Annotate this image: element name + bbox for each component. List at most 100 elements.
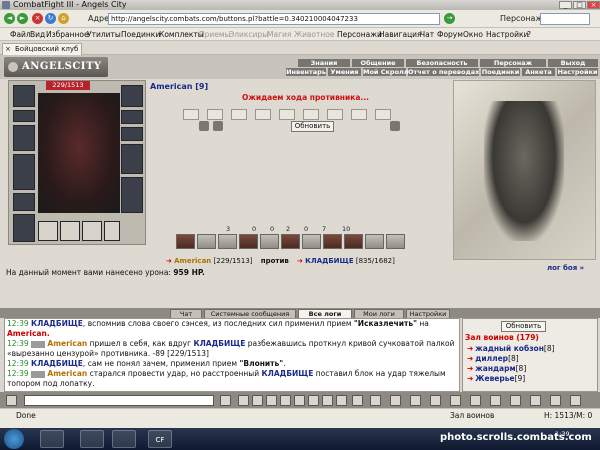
user-name[interactable]: Жеверьe bbox=[475, 374, 514, 383]
stop-icon[interactable]: × bbox=[32, 13, 43, 24]
equip-slot-empty[interactable] bbox=[38, 221, 58, 241]
pet-icon[interactable] bbox=[490, 395, 501, 406]
technique-slot[interactable] bbox=[386, 234, 405, 249]
nav-character[interactable]: Персонаж bbox=[480, 59, 546, 67]
media-taskbar-icon[interactable] bbox=[112, 430, 136, 448]
refresh-button[interactable]: Обновить bbox=[291, 121, 334, 132]
scroll-item-icon[interactable] bbox=[430, 395, 441, 406]
nav-duels[interactable]: Поединки bbox=[481, 68, 520, 76]
scroll-slot[interactable] bbox=[327, 109, 343, 120]
equip-armor[interactable] bbox=[13, 154, 35, 190]
equip-slot-empty[interactable] bbox=[104, 221, 120, 241]
room-user[interactable]: ➔ жандарм[8] bbox=[467, 364, 526, 373]
equip-gloves[interactable] bbox=[121, 127, 143, 141]
scroll-slot[interactable] bbox=[351, 109, 367, 120]
versus-player[interactable]: American bbox=[174, 257, 211, 265]
equip-amulet[interactable] bbox=[13, 110, 35, 122]
player-name[interactable]: American [9] bbox=[150, 82, 208, 91]
log-icon[interactable] bbox=[308, 395, 319, 406]
settings-icon[interactable] bbox=[370, 395, 381, 406]
back-icon[interactable]: ◄ bbox=[4, 13, 15, 24]
home-icon[interactable]: ⌂ bbox=[58, 13, 69, 24]
maximize-icon[interactable]: □ bbox=[573, 1, 586, 9]
chat-mode-icon[interactable] bbox=[6, 395, 17, 406]
menu-characters[interactable]: Персонажи bbox=[337, 28, 382, 41]
chat-name[interactable]: КЛАДБИЩЕ bbox=[31, 359, 83, 368]
equip-helmet[interactable] bbox=[13, 85, 35, 107]
chat-log[interactable]: 12:39 КЛАДБИЩЕ, вспомнив слова своего сэ… bbox=[4, 318, 460, 392]
app-taskbar-button[interactable]: CF bbox=[148, 430, 172, 448]
versus-enemy[interactable]: КЛАДБИЩЕ bbox=[305, 257, 353, 265]
sword-icon[interactable] bbox=[213, 121, 223, 131]
equip-shield[interactable] bbox=[121, 144, 143, 174]
scroll-slot[interactable] bbox=[375, 109, 391, 120]
nav-transfer-report[interactable]: Отчет о переводах bbox=[408, 68, 479, 76]
nav-inventory[interactable]: Инвентарь bbox=[286, 68, 326, 76]
menu-help[interactable]: ? bbox=[527, 28, 531, 41]
tab-fight-club[interactable]: × Бойцовский клуб bbox=[2, 43, 82, 55]
equip-weapon[interactable] bbox=[13, 125, 35, 151]
nav-settings[interactable]: Настройки bbox=[557, 68, 598, 76]
elixir-icon[interactable] bbox=[450, 395, 461, 406]
scroll-icon[interactable] bbox=[280, 395, 291, 406]
ie-taskbar-icon[interactable] bbox=[40, 430, 64, 448]
sound-icon[interactable] bbox=[336, 395, 347, 406]
menu-navigation[interactable]: Навигация bbox=[379, 28, 422, 41]
user-name[interactable]: жадный кобзон bbox=[475, 344, 544, 353]
filter-icon[interactable] bbox=[252, 395, 263, 406]
address-input[interactable] bbox=[108, 13, 440, 25]
equip-slot-empty[interactable] bbox=[60, 221, 80, 241]
tab-chat-settings[interactable]: Настройки bbox=[406, 309, 450, 318]
group-icon[interactable] bbox=[322, 395, 333, 406]
technique-slot[interactable] bbox=[176, 234, 195, 249]
scroll-slot[interactable] bbox=[255, 109, 271, 120]
menu-sets[interactable]: Комплекты bbox=[159, 28, 204, 41]
nav-communication[interactable]: Общение bbox=[352, 59, 404, 67]
technique-slot[interactable] bbox=[323, 234, 342, 249]
menu-view[interactable]: Вид bbox=[30, 28, 45, 41]
minimize-icon[interactable]: _ bbox=[559, 1, 572, 9]
equip-ring[interactable] bbox=[121, 110, 143, 124]
nav-exit[interactable]: Выход bbox=[548, 59, 598, 67]
tab-close-icon[interactable]: × bbox=[5, 44, 11, 55]
scroll-slot[interactable] bbox=[207, 109, 223, 120]
tab-my-logs[interactable]: Мои логи bbox=[354, 309, 404, 318]
menu-duels[interactable]: Поединки bbox=[121, 28, 160, 41]
technique-slot[interactable] bbox=[344, 234, 363, 249]
chat-input[interactable] bbox=[24, 395, 214, 406]
menu-utilities[interactable]: Утилиты bbox=[87, 28, 121, 41]
equip-belt[interactable] bbox=[13, 193, 35, 211]
technique-slot[interactable] bbox=[281, 234, 300, 249]
user-name[interactable]: жандарм bbox=[475, 364, 515, 373]
technique-slot[interactable] bbox=[260, 234, 279, 249]
send-icon[interactable] bbox=[220, 395, 231, 406]
room-user[interactable]: ➔ Жеверьe[9] bbox=[467, 374, 525, 383]
technique-slot[interactable] bbox=[218, 234, 237, 249]
exit-icon[interactable] bbox=[570, 395, 581, 406]
scroll-slot[interactable] bbox=[279, 109, 295, 120]
smile-icon[interactable] bbox=[266, 395, 277, 406]
chat-name[interactable]: American bbox=[47, 339, 87, 348]
menu-techniques[interactable]: Приемы bbox=[199, 28, 230, 41]
technique-slot[interactable] bbox=[365, 234, 384, 249]
technique-slot[interactable] bbox=[197, 234, 216, 249]
menu-forum[interactable]: Форум bbox=[437, 28, 463, 41]
forward-icon[interactable]: ► bbox=[17, 13, 28, 24]
nav-knowledge[interactable]: Знания bbox=[298, 59, 350, 67]
room-user[interactable]: ➔ диллер[8] bbox=[467, 354, 519, 363]
tab-all-logs[interactable]: Все логи bbox=[298, 309, 352, 318]
mail-icon[interactable] bbox=[530, 395, 541, 406]
clock-icon[interactable] bbox=[550, 395, 561, 406]
info-icon[interactable] bbox=[352, 395, 363, 406]
technique-slot[interactable] bbox=[239, 234, 258, 249]
room-refresh-button[interactable]: Обновить bbox=[501, 321, 546, 332]
equip-boots[interactable] bbox=[121, 177, 143, 213]
scroll-slot[interactable] bbox=[183, 109, 199, 120]
map-icon[interactable] bbox=[390, 395, 401, 406]
menu-chat[interactable]: Чат bbox=[420, 28, 434, 41]
refresh-icon[interactable]: ↻ bbox=[45, 13, 56, 24]
nav-profile[interactable]: Анкета bbox=[522, 68, 555, 76]
scroll-slot[interactable] bbox=[231, 109, 247, 120]
menu-elixirs[interactable]: Эликсиры bbox=[229, 28, 268, 41]
room-user[interactable]: ➔ жадный кобзон[8] bbox=[467, 344, 555, 353]
